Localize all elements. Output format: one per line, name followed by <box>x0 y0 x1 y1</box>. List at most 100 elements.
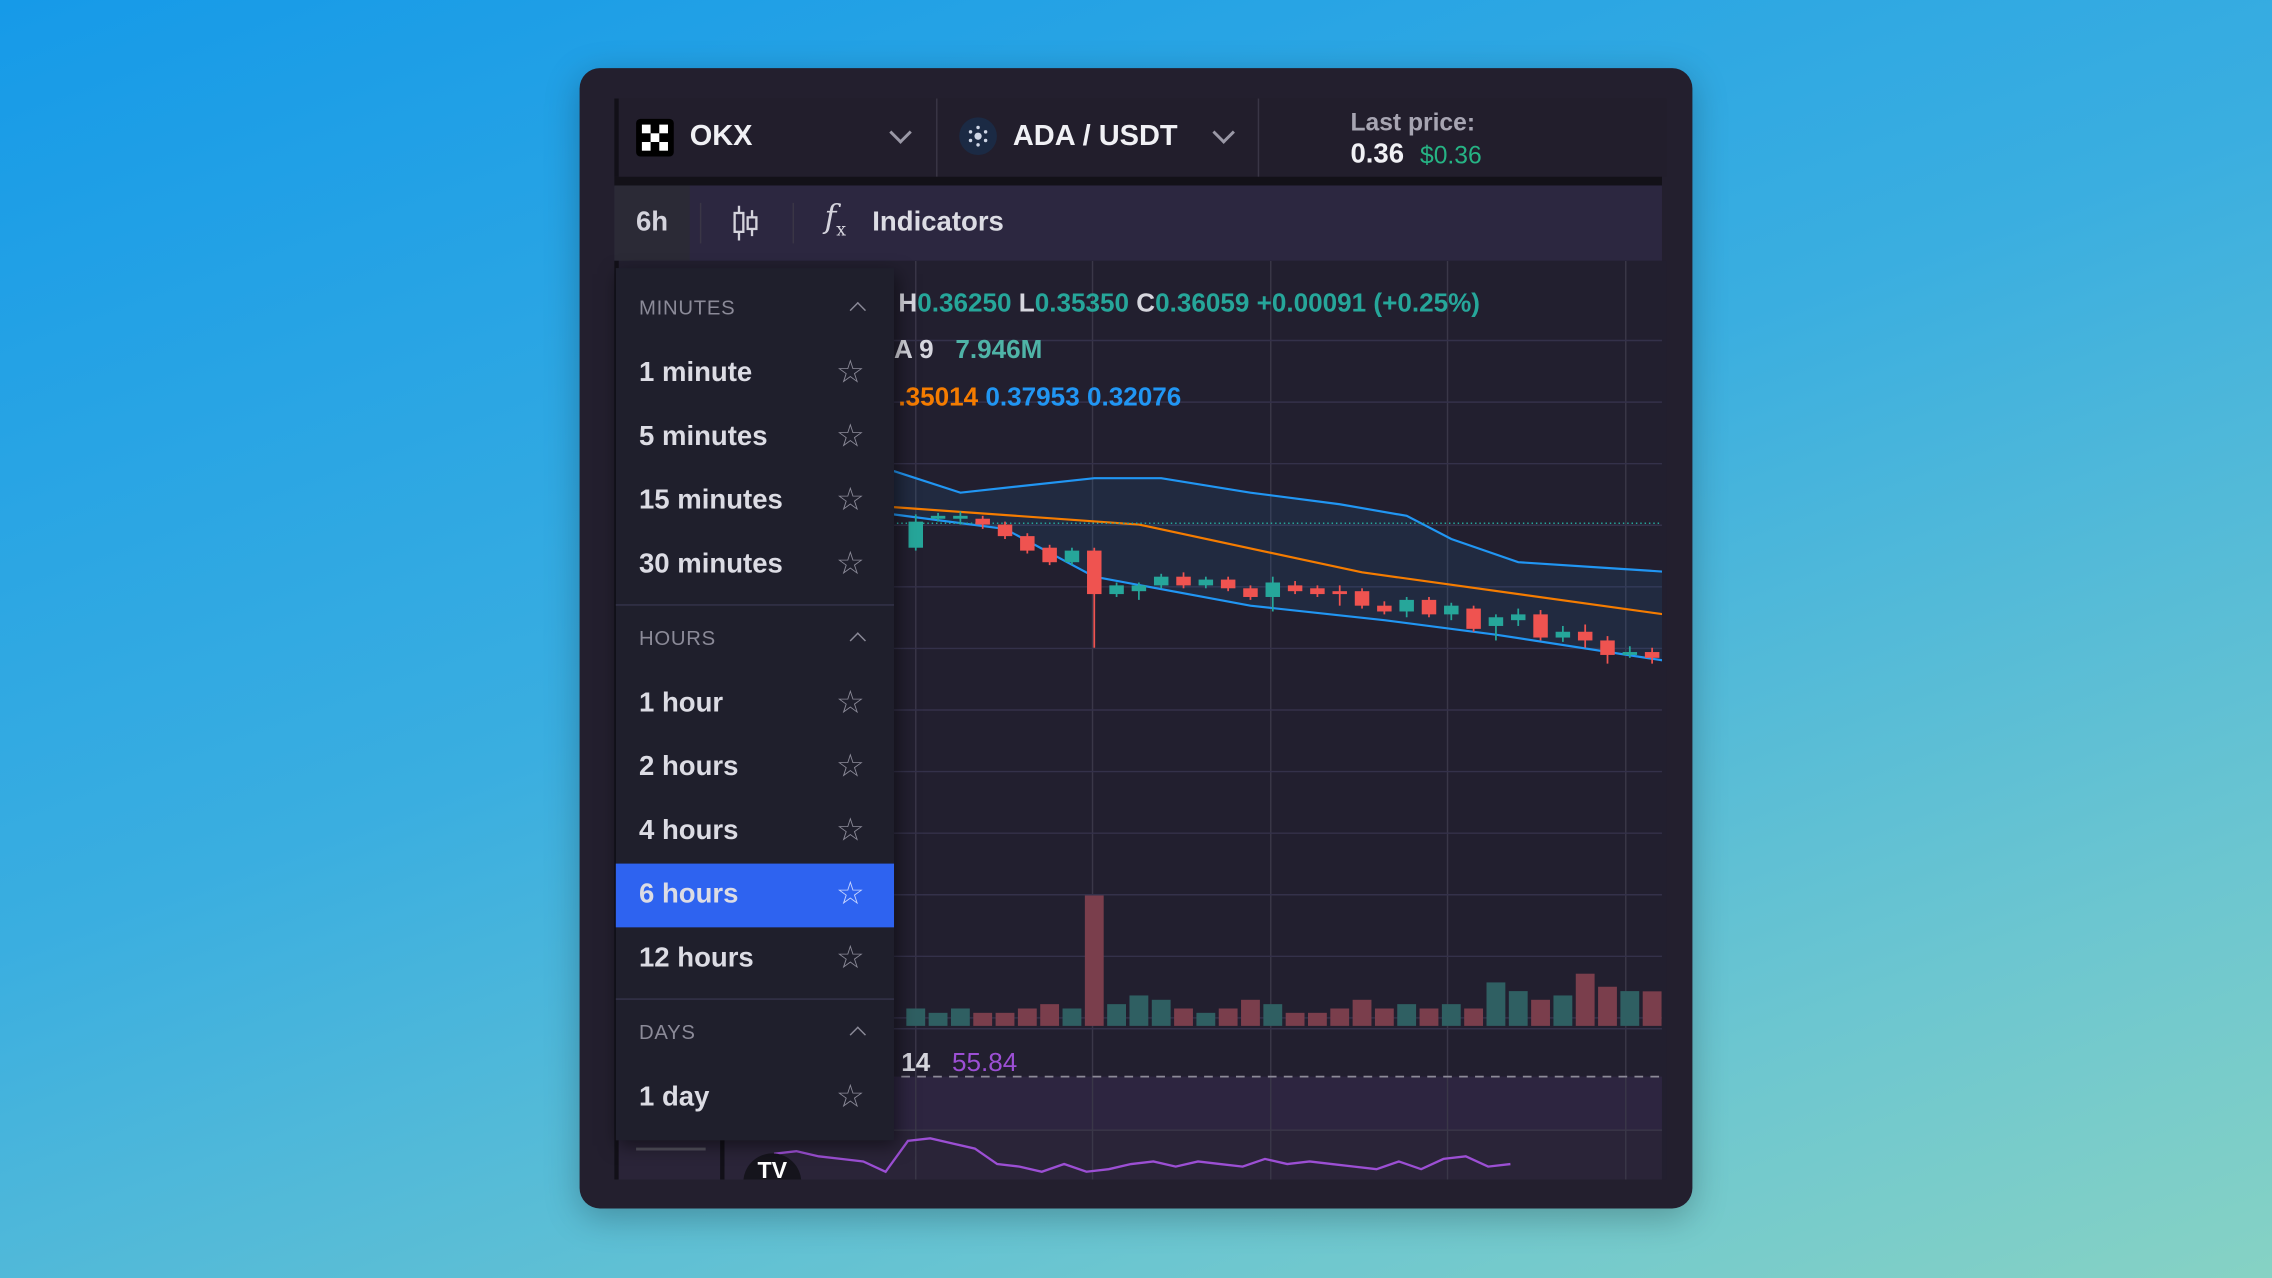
bb-lower-value: 0.32076 <box>1086 382 1182 412</box>
candle-body <box>1287 585 1303 592</box>
star-icon[interactable]: ☆ <box>836 748 865 786</box>
bollinger-legend: .35014 0.37953 0.32076 <box>898 383 1181 413</box>
exchange-name: OKX <box>689 120 753 153</box>
candle-body <box>908 521 924 548</box>
pair-selector[interactable]: ADA / USDT <box>937 99 1257 177</box>
low-value: 0.35350 <box>1034 288 1130 318</box>
candle-body <box>1399 599 1414 612</box>
candle-body <box>1332 591 1347 595</box>
star-icon[interactable]: ☆ <box>836 417 865 455</box>
volume-bar <box>1397 1004 1417 1026</box>
chevron-down-icon <box>889 121 912 144</box>
function-icon: fx <box>824 199 847 240</box>
candle-body <box>1444 605 1459 615</box>
exchange-selector[interactable]: OKX <box>619 99 936 177</box>
candle-body <box>1020 536 1035 551</box>
rsi-label: 14 <box>901 1047 931 1077</box>
candle-body <box>1421 599 1437 615</box>
interval-option[interactable]: 6 hours ☆ <box>615 863 895 928</box>
candle-body <box>1577 631 1593 641</box>
header: OKX ADA / USDT Last price: 0.36 $0.36 <box>614 98 1667 177</box>
interval-option-label: 1 day <box>639 1082 710 1113</box>
indicators-button[interactable]: fx Indicators <box>817 197 1020 249</box>
star-icon[interactable]: ☆ <box>836 684 865 722</box>
candle-body <box>1042 547 1057 563</box>
logo-text: TV <box>757 1159 788 1180</box>
divider <box>615 998 895 1000</box>
ohlc-legend: H0.36250 L0.35350 C0.36059 +0.00091 (+0.… <box>898 288 1480 318</box>
volume-bar <box>1174 1008 1193 1026</box>
close-value: 0.36059 <box>1155 288 1250 318</box>
candle-body <box>1644 652 1660 658</box>
candle-body <box>975 518 990 525</box>
candle-body <box>1131 585 1147 592</box>
volume-bar <box>1486 982 1506 1026</box>
candlestick-icon <box>733 205 758 241</box>
volume-bar <box>1508 991 1528 1026</box>
volume-bar <box>1419 1008 1439 1026</box>
chevron-down-icon <box>1212 121 1235 144</box>
star-icon[interactable]: ☆ <box>836 545 865 583</box>
volume-bar <box>1285 1012 1305 1026</box>
star-icon[interactable]: ☆ <box>836 354 865 392</box>
pane-handle[interactable] <box>636 1147 706 1151</box>
interval-option[interactable]: 1 day ☆ <box>616 1066 894 1130</box>
chevron-up-icon[interactable] <box>849 632 866 649</box>
volume-bar <box>1084 895 1104 1026</box>
pair-name: ADA / USDT <box>1012 120 1178 153</box>
star-icon[interactable]: ☆ <box>836 481 865 519</box>
interval-option[interactable]: 12 hours ☆ <box>616 927 894 991</box>
section-hours-title: HOURS <box>639 625 716 650</box>
volume-bar <box>928 1012 948 1026</box>
interval-option-label: 1 hour <box>639 688 724 719</box>
candle-body <box>1176 576 1191 586</box>
candle-body <box>1109 585 1124 595</box>
okx-logo-icon <box>636 118 674 157</box>
candle-body <box>930 515 946 519</box>
chevron-up-icon[interactable] <box>849 1026 866 1043</box>
last-price-label: Last price: <box>1350 108 1476 137</box>
rsi-legend: 14 55.84 <box>901 1048 1017 1078</box>
volume-label: A 9 <box>894 334 934 364</box>
interval-dropdown: MINUTES 1 minute ☆ 5 minutes ☆ 15 minute… <box>615 268 895 1141</box>
high-value: 0.36250 <box>917 288 1012 318</box>
change-value: +0.00091 (+0.25%) <box>1256 288 1480 318</box>
divider <box>1257 98 1260 177</box>
volume-bar <box>906 1008 926 1026</box>
interval-option[interactable]: 15 minutes ☆ <box>616 469 894 533</box>
volume-bar <box>1017 1008 1037 1026</box>
star-icon[interactable]: ☆ <box>836 939 865 977</box>
interval-option-label: 2 hours <box>639 752 739 783</box>
interval-option-label: 1 minute <box>639 357 753 389</box>
interval-option[interactable]: 1 hour ☆ <box>616 672 894 736</box>
chevron-up-icon[interactable] <box>849 301 866 319</box>
star-icon[interactable]: ☆ <box>836 811 865 849</box>
chart-type-button[interactable] <box>724 201 767 244</box>
candle-body <box>1555 631 1571 638</box>
interval-option[interactable]: 4 hours ☆ <box>616 800 894 864</box>
volume-bar <box>1642 991 1662 1026</box>
volume-bar <box>1263 1004 1283 1026</box>
low-label: L <box>1018 288 1035 318</box>
bb-basis-value: .35014 <box>898 382 979 412</box>
candle-body <box>1153 576 1169 586</box>
volume-bar <box>950 1008 970 1026</box>
interval-option-label: 5 minutes <box>639 421 768 453</box>
candle-body <box>1488 617 1504 626</box>
volume-bar <box>1218 1008 1238 1026</box>
candle-body <box>1243 588 1258 597</box>
interval-option[interactable]: 1 minute ☆ <box>616 342 894 406</box>
volume-bar <box>1330 1008 1350 1026</box>
candle-body <box>1087 550 1102 595</box>
candle-body <box>997 524 1013 537</box>
interval-option[interactable]: 2 hours ☆ <box>616 736 894 800</box>
interval-option-label: 30 minutes <box>639 549 783 580</box>
divider <box>792 202 795 244</box>
star-icon[interactable]: ☆ <box>836 1078 865 1116</box>
interval-button[interactable]: 6h <box>614 185 690 261</box>
star-icon[interactable]: ☆ <box>836 875 865 913</box>
interval-option[interactable]: 30 minutes ☆ <box>616 533 894 597</box>
volume-bar <box>1575 973 1595 1026</box>
interval-option[interactable]: 5 minutes ☆ <box>616 406 894 470</box>
volume-bar <box>1352 999 1372 1026</box>
